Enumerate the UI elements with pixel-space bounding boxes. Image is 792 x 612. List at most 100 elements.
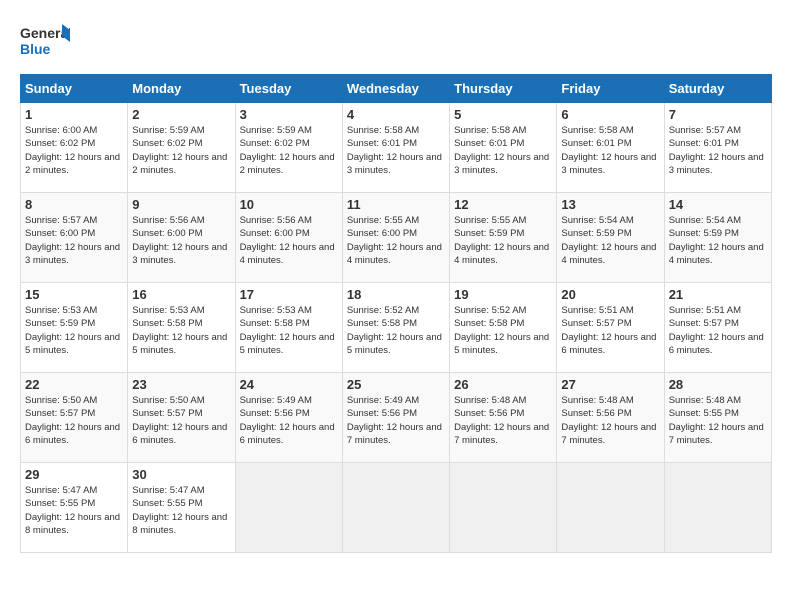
cell-info: Sunrise: 5:53 AM Sunset: 5:58 PM Dayligh… (132, 304, 230, 357)
cell-info: Sunrise: 5:59 AM Sunset: 6:02 PM Dayligh… (132, 124, 230, 177)
calendar-cell: 23 Sunrise: 5:50 AM Sunset: 5:57 PM Dayl… (128, 373, 235, 463)
calendar-cell: 25 Sunrise: 5:49 AM Sunset: 5:56 PM Dayl… (342, 373, 449, 463)
cell-info: Sunrise: 5:49 AM Sunset: 5:56 PM Dayligh… (240, 394, 338, 447)
calendar-cell: 17 Sunrise: 5:53 AM Sunset: 5:58 PM Dayl… (235, 283, 342, 373)
cell-info: Sunrise: 5:58 AM Sunset: 6:01 PM Dayligh… (454, 124, 552, 177)
day-number: 13 (561, 197, 659, 212)
day-header-wednesday: Wednesday (342, 75, 449, 103)
day-header-thursday: Thursday (450, 75, 557, 103)
svg-text:Blue: Blue (20, 41, 51, 57)
day-number: 22 (25, 377, 123, 392)
day-number: 27 (561, 377, 659, 392)
day-number: 17 (240, 287, 338, 302)
cell-info: Sunrise: 5:47 AM Sunset: 5:55 PM Dayligh… (25, 484, 123, 537)
day-number: 12 (454, 197, 552, 212)
day-number: 30 (132, 467, 230, 482)
cell-info: Sunrise: 5:56 AM Sunset: 6:00 PM Dayligh… (132, 214, 230, 267)
header-row: SundayMondayTuesdayWednesdayThursdayFrid… (21, 75, 772, 103)
cell-info: Sunrise: 6:00 AM Sunset: 6:02 PM Dayligh… (25, 124, 123, 177)
week-row-2: 8 Sunrise: 5:57 AM Sunset: 6:00 PM Dayli… (21, 193, 772, 283)
calendar-cell: 16 Sunrise: 5:53 AM Sunset: 5:58 PM Dayl… (128, 283, 235, 373)
calendar-cell: 14 Sunrise: 5:54 AM Sunset: 5:59 PM Dayl… (664, 193, 771, 283)
cell-info: Sunrise: 5:56 AM Sunset: 6:00 PM Dayligh… (240, 214, 338, 267)
cell-info: Sunrise: 5:52 AM Sunset: 5:58 PM Dayligh… (454, 304, 552, 357)
day-number: 1 (25, 107, 123, 122)
cell-info: Sunrise: 5:48 AM Sunset: 5:55 PM Dayligh… (669, 394, 767, 447)
day-number: 9 (132, 197, 230, 212)
day-number: 18 (347, 287, 445, 302)
day-number: 3 (240, 107, 338, 122)
calendar-table: SundayMondayTuesdayWednesdayThursdayFrid… (20, 74, 772, 553)
cell-info: Sunrise: 5:53 AM Sunset: 5:58 PM Dayligh… (240, 304, 338, 357)
cell-info: Sunrise: 5:53 AM Sunset: 5:59 PM Dayligh… (25, 304, 123, 357)
calendar-cell: 20 Sunrise: 5:51 AM Sunset: 5:57 PM Dayl… (557, 283, 664, 373)
calendar-cell: 5 Sunrise: 5:58 AM Sunset: 6:01 PM Dayli… (450, 103, 557, 193)
day-header-saturday: Saturday (664, 75, 771, 103)
calendar-cell (342, 463, 449, 553)
cell-info: Sunrise: 5:57 AM Sunset: 6:01 PM Dayligh… (669, 124, 767, 177)
week-row-5: 29 Sunrise: 5:47 AM Sunset: 5:55 PM Dayl… (21, 463, 772, 553)
cell-info: Sunrise: 5:59 AM Sunset: 6:02 PM Dayligh… (240, 124, 338, 177)
day-number: 20 (561, 287, 659, 302)
calendar-cell: 18 Sunrise: 5:52 AM Sunset: 5:58 PM Dayl… (342, 283, 449, 373)
cell-info: Sunrise: 5:54 AM Sunset: 5:59 PM Dayligh… (561, 214, 659, 267)
calendar-cell: 22 Sunrise: 5:50 AM Sunset: 5:57 PM Dayl… (21, 373, 128, 463)
day-number: 26 (454, 377, 552, 392)
calendar-cell: 11 Sunrise: 5:55 AM Sunset: 6:00 PM Dayl… (342, 193, 449, 283)
day-header-sunday: Sunday (21, 75, 128, 103)
logo-svg: General Blue (20, 20, 70, 64)
calendar-cell: 3 Sunrise: 5:59 AM Sunset: 6:02 PM Dayli… (235, 103, 342, 193)
calendar-cell: 29 Sunrise: 5:47 AM Sunset: 5:55 PM Dayl… (21, 463, 128, 553)
calendar-cell: 30 Sunrise: 5:47 AM Sunset: 5:55 PM Dayl… (128, 463, 235, 553)
calendar-cell (450, 463, 557, 553)
day-number: 4 (347, 107, 445, 122)
day-number: 24 (240, 377, 338, 392)
day-number: 16 (132, 287, 230, 302)
calendar-cell: 7 Sunrise: 5:57 AM Sunset: 6:01 PM Dayli… (664, 103, 771, 193)
cell-info: Sunrise: 5:51 AM Sunset: 5:57 PM Dayligh… (669, 304, 767, 357)
cell-info: Sunrise: 5:49 AM Sunset: 5:56 PM Dayligh… (347, 394, 445, 447)
calendar-cell (664, 463, 771, 553)
day-number: 28 (669, 377, 767, 392)
calendar-cell: 2 Sunrise: 5:59 AM Sunset: 6:02 PM Dayli… (128, 103, 235, 193)
week-row-4: 22 Sunrise: 5:50 AM Sunset: 5:57 PM Dayl… (21, 373, 772, 463)
day-header-monday: Monday (128, 75, 235, 103)
day-number: 21 (669, 287, 767, 302)
header: General Blue (20, 20, 772, 64)
calendar-cell: 24 Sunrise: 5:49 AM Sunset: 5:56 PM Dayl… (235, 373, 342, 463)
day-number: 10 (240, 197, 338, 212)
cell-info: Sunrise: 5:50 AM Sunset: 5:57 PM Dayligh… (132, 394, 230, 447)
day-number: 7 (669, 107, 767, 122)
day-number: 15 (25, 287, 123, 302)
calendar-cell: 28 Sunrise: 5:48 AM Sunset: 5:55 PM Dayl… (664, 373, 771, 463)
calendar-cell: 6 Sunrise: 5:58 AM Sunset: 6:01 PM Dayli… (557, 103, 664, 193)
cell-info: Sunrise: 5:55 AM Sunset: 6:00 PM Dayligh… (347, 214, 445, 267)
calendar-cell: 9 Sunrise: 5:56 AM Sunset: 6:00 PM Dayli… (128, 193, 235, 283)
calendar-cell: 1 Sunrise: 6:00 AM Sunset: 6:02 PM Dayli… (21, 103, 128, 193)
cell-info: Sunrise: 5:48 AM Sunset: 5:56 PM Dayligh… (454, 394, 552, 447)
day-header-friday: Friday (557, 75, 664, 103)
cell-info: Sunrise: 5:54 AM Sunset: 5:59 PM Dayligh… (669, 214, 767, 267)
calendar-cell: 12 Sunrise: 5:55 AM Sunset: 5:59 PM Dayl… (450, 193, 557, 283)
cell-info: Sunrise: 5:58 AM Sunset: 6:01 PM Dayligh… (347, 124, 445, 177)
cell-info: Sunrise: 5:47 AM Sunset: 5:55 PM Dayligh… (132, 484, 230, 537)
week-row-1: 1 Sunrise: 6:00 AM Sunset: 6:02 PM Dayli… (21, 103, 772, 193)
calendar-cell: 15 Sunrise: 5:53 AM Sunset: 5:59 PM Dayl… (21, 283, 128, 373)
calendar-cell: 26 Sunrise: 5:48 AM Sunset: 5:56 PM Dayl… (450, 373, 557, 463)
calendar-cell: 4 Sunrise: 5:58 AM Sunset: 6:01 PM Dayli… (342, 103, 449, 193)
cell-info: Sunrise: 5:52 AM Sunset: 5:58 PM Dayligh… (347, 304, 445, 357)
cell-info: Sunrise: 5:55 AM Sunset: 5:59 PM Dayligh… (454, 214, 552, 267)
day-number: 6 (561, 107, 659, 122)
logo: General Blue (20, 20, 70, 64)
cell-info: Sunrise: 5:58 AM Sunset: 6:01 PM Dayligh… (561, 124, 659, 177)
calendar-cell: 19 Sunrise: 5:52 AM Sunset: 5:58 PM Dayl… (450, 283, 557, 373)
calendar-cell: 27 Sunrise: 5:48 AM Sunset: 5:56 PM Dayl… (557, 373, 664, 463)
cell-info: Sunrise: 5:51 AM Sunset: 5:57 PM Dayligh… (561, 304, 659, 357)
calendar-cell (557, 463, 664, 553)
day-header-tuesday: Tuesday (235, 75, 342, 103)
calendar-cell: 13 Sunrise: 5:54 AM Sunset: 5:59 PM Dayl… (557, 193, 664, 283)
day-number: 25 (347, 377, 445, 392)
day-number: 11 (347, 197, 445, 212)
day-number: 8 (25, 197, 123, 212)
day-number: 23 (132, 377, 230, 392)
